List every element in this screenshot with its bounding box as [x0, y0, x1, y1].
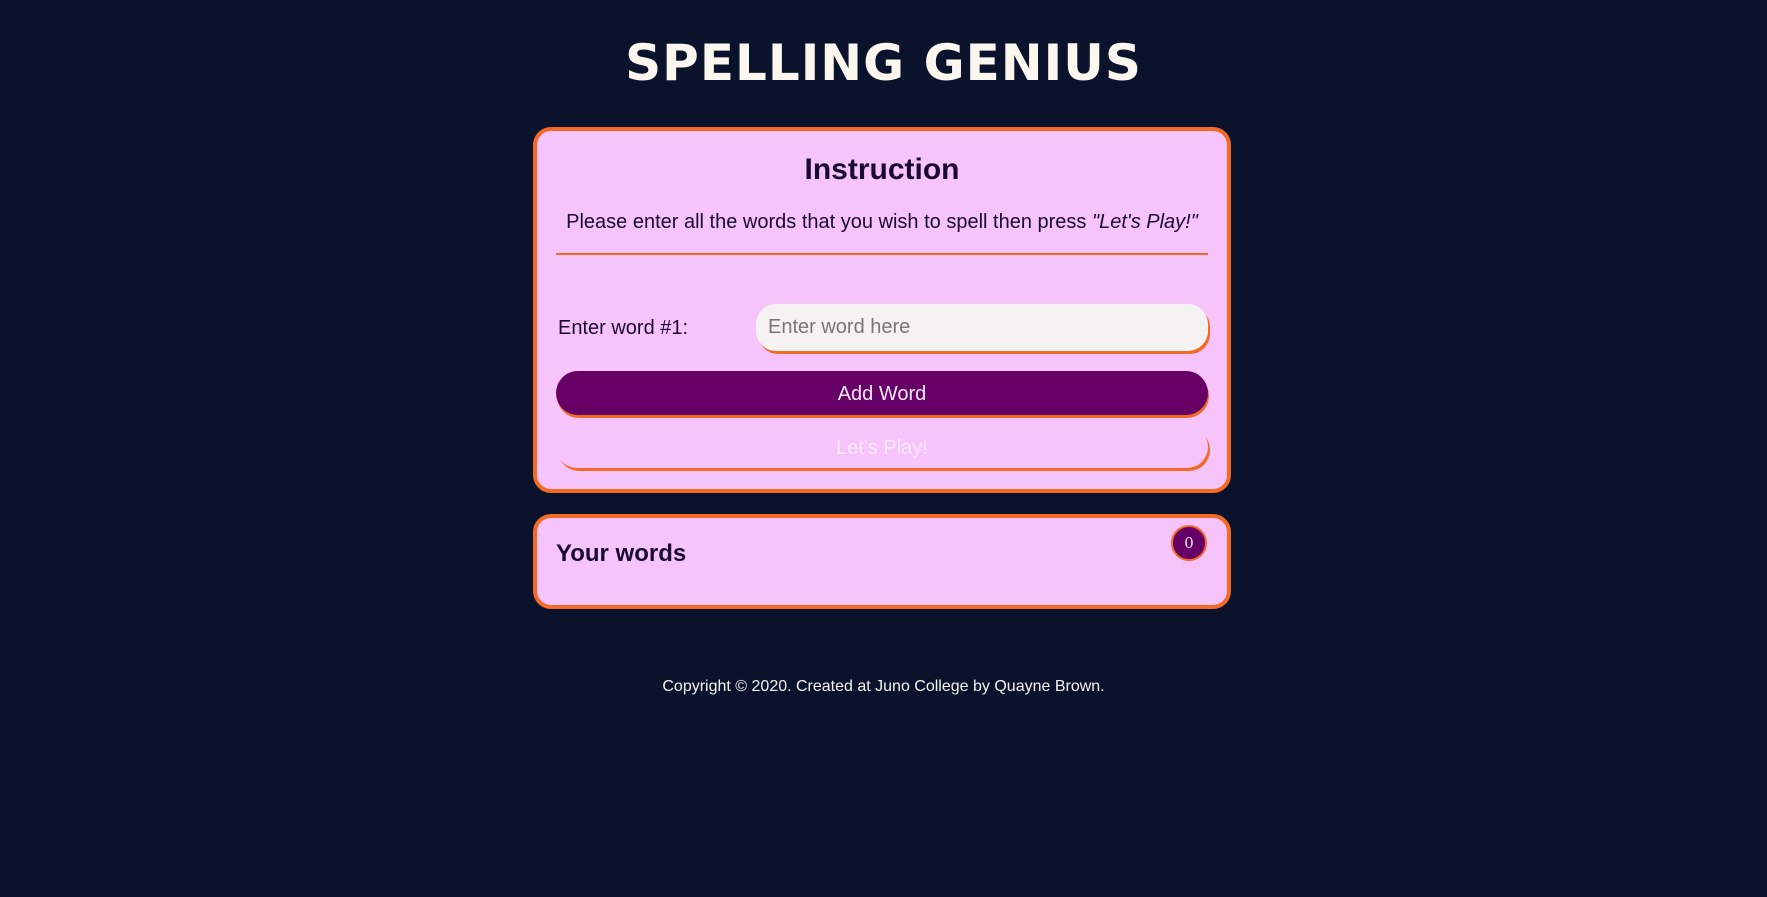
instruction-card: Instruction Please enter all the words t…	[533, 127, 1231, 493]
site-title: SPELLING GENIUS	[625, 34, 1142, 92]
instruction-text-main: Please enter all the words that you wish…	[566, 211, 1087, 233]
word-label: Enter word #1:	[558, 317, 689, 339]
lets-play-button[interactable]: Let's Play!	[556, 426, 1208, 468]
your-words-card: Your words 0	[533, 514, 1231, 609]
word-input[interactable]	[756, 304, 1208, 351]
word-count-badge: 0	[1171, 525, 1207, 561]
your-words-heading: Your words	[556, 540, 687, 567]
footer-copyright: Copyright © 2020. Created at Juno Colleg…	[662, 678, 1105, 695]
add-word-button[interactable]: Add Word	[556, 371, 1208, 415]
divider	[556, 253, 1208, 255]
page: SPELLING GENIUS Instruction Please enter…	[0, 0, 1767, 897]
instruction-text: Please enter all the words that you wish…	[537, 211, 1227, 234]
instruction-heading: Instruction	[804, 153, 960, 186]
instruction-text-emphasis: "Let's Play!"	[1092, 211, 1198, 233]
